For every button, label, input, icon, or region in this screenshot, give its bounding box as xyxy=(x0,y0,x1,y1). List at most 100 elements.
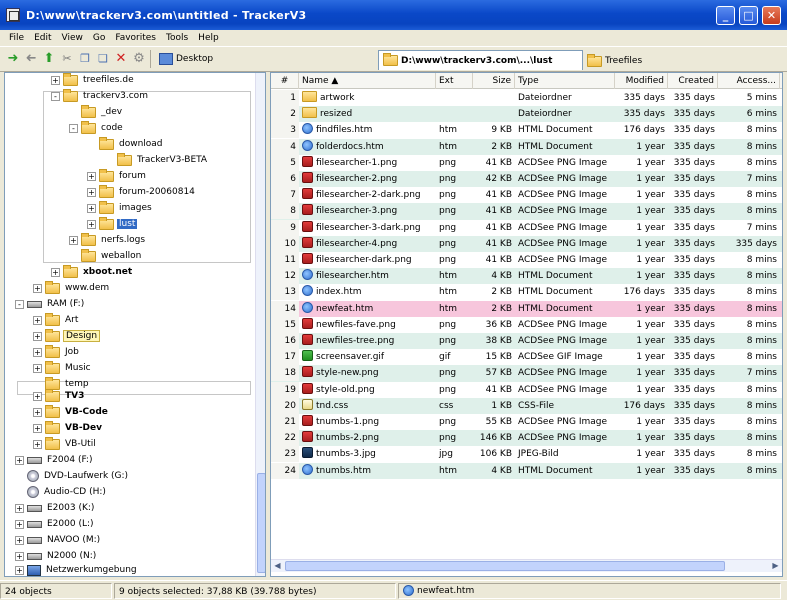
table-row[interactable]: 20 tnd.css css 1 KB CSS-File 176 days 335 days… xyxy=(271,397,782,414)
expand-icon[interactable]: + xyxy=(33,391,42,401)
collapse-icon[interactable]: - xyxy=(15,299,24,309)
menu-tools[interactable]: Tools xyxy=(161,33,193,43)
tree-item[interactable]: weballon xyxy=(69,248,143,263)
tree-item[interactable]: + Netzwerkumgebung xyxy=(15,563,139,576)
scroll-right-icon[interactable]: ▶ xyxy=(769,560,782,572)
tree-item[interactable]: + E2000 (L:) xyxy=(15,517,96,531)
table-row[interactable]: 22 tnumbs-2.png png 146 KB ACDSee PNG Image 1… xyxy=(271,430,782,447)
expand-icon[interactable]: + xyxy=(33,439,42,449)
expand-icon[interactable]: + xyxy=(33,315,42,325)
expand-icon[interactable]: + xyxy=(15,565,24,575)
menu-go[interactable]: Go xyxy=(88,33,110,43)
tree-item[interactable]: download xyxy=(87,136,165,151)
table-row[interactable]: 10 filesearcher-4.png png 41 KB ACDSee PNG I… xyxy=(271,235,782,252)
expand-icon[interactable]: + xyxy=(33,407,42,417)
table-row[interactable]: 4 folderdocs.htm htm 2 KB HTML Document 1 yea… xyxy=(271,138,782,155)
tree-item[interactable]: DVD-Laufwerk (G:) xyxy=(15,469,130,483)
cut-icon[interactable]: ✂ xyxy=(59,51,75,67)
expand-icon[interactable]: + xyxy=(15,551,24,561)
column-header-size[interactable]: Size xyxy=(473,73,515,89)
tree-item[interactable]: + images xyxy=(87,200,154,215)
table-row[interactable]: 18 style-new.png png 57 KB ACDSee PNG Image 1… xyxy=(271,365,782,382)
table-row[interactable]: 23 tnumbs-3.jpg jpg 106 KB JPEG-Bild 1 year 33… xyxy=(271,446,782,463)
expand-icon[interactable]: + xyxy=(87,203,96,213)
expand-icon[interactable]: + xyxy=(33,347,42,357)
expand-icon[interactable]: + xyxy=(15,455,24,465)
back-icon[interactable]: ➜ xyxy=(5,51,21,67)
expand-icon[interactable]: + xyxy=(33,331,42,341)
paste-icon[interactable]: ❏ xyxy=(95,51,111,67)
tree-item[interactable]: + NAVOO (M:) xyxy=(15,533,102,547)
table-row[interactable]: 13 index.htm htm 2 KB HTML Document 176 days 3… xyxy=(271,284,782,301)
folder-tree[interactable]: + treefiles.de - trackerv3.com _dev - code down… xyxy=(4,72,266,577)
collapse-icon[interactable]: - xyxy=(51,91,60,101)
tree-item[interactable]: - RAM (F:) xyxy=(15,297,86,311)
column-header-name[interactable]: Name ▲ xyxy=(299,73,436,89)
file-list-scrollbar[interactable]: ◀ ▶ xyxy=(271,559,782,572)
menu-edit[interactable]: Edit xyxy=(29,33,56,43)
tab-treefiles[interactable]: Treefiles xyxy=(583,52,646,70)
expand-icon[interactable]: + xyxy=(15,535,24,545)
tree-item[interactable]: + F2004 (F:) xyxy=(15,453,94,467)
expand-icon[interactable]: + xyxy=(87,219,96,229)
expand-icon[interactable]: + xyxy=(87,171,96,181)
table-row[interactable]: 24 tnumbs.htm htm 4 KB HTML Document 1 year 33… xyxy=(271,462,782,479)
table-row[interactable]: 2 resized Dateiordner 335 days 335 days 6 min… xyxy=(271,106,782,123)
tree-scrollbar[interactable] xyxy=(255,73,265,576)
table-row[interactable]: 21 tnumbs-1.png png 55 KB ACDSee PNG Image 1 … xyxy=(271,414,782,431)
column-header-modified[interactable]: Modified xyxy=(615,73,668,89)
table-row[interactable]: 9 filesearcher-3-dark.png png 41 KB ACDSee P… xyxy=(271,219,782,236)
table-row[interactable]: 1 artwork Dateiordner 335 days 335 days 5 min… xyxy=(271,90,782,107)
column-header-index[interactable]: # xyxy=(271,73,299,89)
tree-scrollbar-thumb[interactable] xyxy=(257,473,265,573)
column-header-ext[interactable]: Ext xyxy=(436,73,473,89)
properties-icon[interactable]: ⚙ xyxy=(131,51,147,67)
column-header-type[interactable]: Type xyxy=(515,73,615,89)
tree-item[interactable]: + xboot.net xyxy=(51,264,134,279)
close-button[interactable]: ✕ xyxy=(762,6,781,25)
expand-icon[interactable]: + xyxy=(33,423,42,433)
expand-icon[interactable]: + xyxy=(69,235,78,245)
tree-item[interactable]: + lust xyxy=(87,216,138,231)
desktop-button[interactable]: Desktop xyxy=(155,53,217,65)
table-row[interactable]: 6 filesearcher-2.png png 42 KB ACDSee PNG Im… xyxy=(271,171,782,188)
tree-item[interactable]: + VB-Code xyxy=(33,404,110,419)
table-row[interactable]: 17 screensaver.gif gif 15 KB ACDSee GIF Imag… xyxy=(271,349,782,366)
expand-icon[interactable]: + xyxy=(33,363,42,373)
tree-item[interactable]: + N2000 (N:) xyxy=(15,549,98,563)
tree-item[interactable]: + Music xyxy=(33,360,93,375)
expand-icon[interactable]: + xyxy=(33,283,42,293)
table-row[interactable]: 8 filesearcher-3.png png 41 KB ACDSee PNG Im… xyxy=(271,203,782,220)
menu-file[interactable]: File xyxy=(4,33,29,43)
table-row[interactable]: 5 filesearcher-1.png png 41 KB ACDSee PNG Im… xyxy=(271,154,782,171)
column-header-accessed[interactable]: Access... xyxy=(718,73,780,89)
up-icon[interactable]: ⬆ xyxy=(41,51,57,67)
delete-icon[interactable]: ✕ xyxy=(113,51,129,67)
tree-item[interactable]: + E2003 (K:) xyxy=(15,501,96,515)
tree-item[interactable]: + treefiles.de xyxy=(51,73,136,87)
tree-item[interactable]: Audio-CD (H:) xyxy=(15,485,108,499)
tree-item[interactable]: + VB-Dev xyxy=(33,420,104,435)
table-row[interactable]: 12 filesearcher.htm htm 4 KB HTML Document 1 … xyxy=(271,268,782,285)
copy-icon[interactable]: ❐ xyxy=(77,51,93,67)
tree-item[interactable]: + VB-Util xyxy=(33,436,98,451)
tree-item[interactable]: + forum xyxy=(87,168,148,183)
tree-item[interactable]: - code xyxy=(69,120,125,135)
tree-item[interactable]: + Art xyxy=(33,312,80,327)
table-row[interactable]: 7 filesearcher-2-dark.png png 41 KB ACDSee P… xyxy=(271,187,782,204)
app-icon[interactable] xyxy=(6,8,20,22)
scroll-left-icon[interactable]: ◀ xyxy=(271,560,284,572)
tree-item[interactable]: + Design xyxy=(33,328,101,343)
expand-icon[interactable]: + xyxy=(87,187,96,197)
menu-favorites[interactable]: Favorites xyxy=(110,33,161,43)
expand-icon[interactable]: + xyxy=(51,75,60,85)
expand-icon[interactable]: + xyxy=(51,267,60,277)
table-row[interactable]: 3 findfiles.htm htm 9 KB HTML Document 176 da… xyxy=(271,122,782,139)
menu-view[interactable]: View xyxy=(57,33,88,43)
column-header-created[interactable]: Created xyxy=(668,73,718,89)
table-row[interactable]: 19 style-old.png png 41 KB ACDSee PNG Image 1… xyxy=(271,381,782,398)
table-row[interactable]: 15 newfiles-fave.png png 36 KB ACDSee PNG Im… xyxy=(271,316,782,333)
tab-active-path[interactable]: D:\www\trackerv3.com\...\lust xyxy=(378,50,583,70)
maximize-button[interactable]: □ xyxy=(739,6,758,25)
tree-item[interactable]: _dev xyxy=(69,104,124,119)
